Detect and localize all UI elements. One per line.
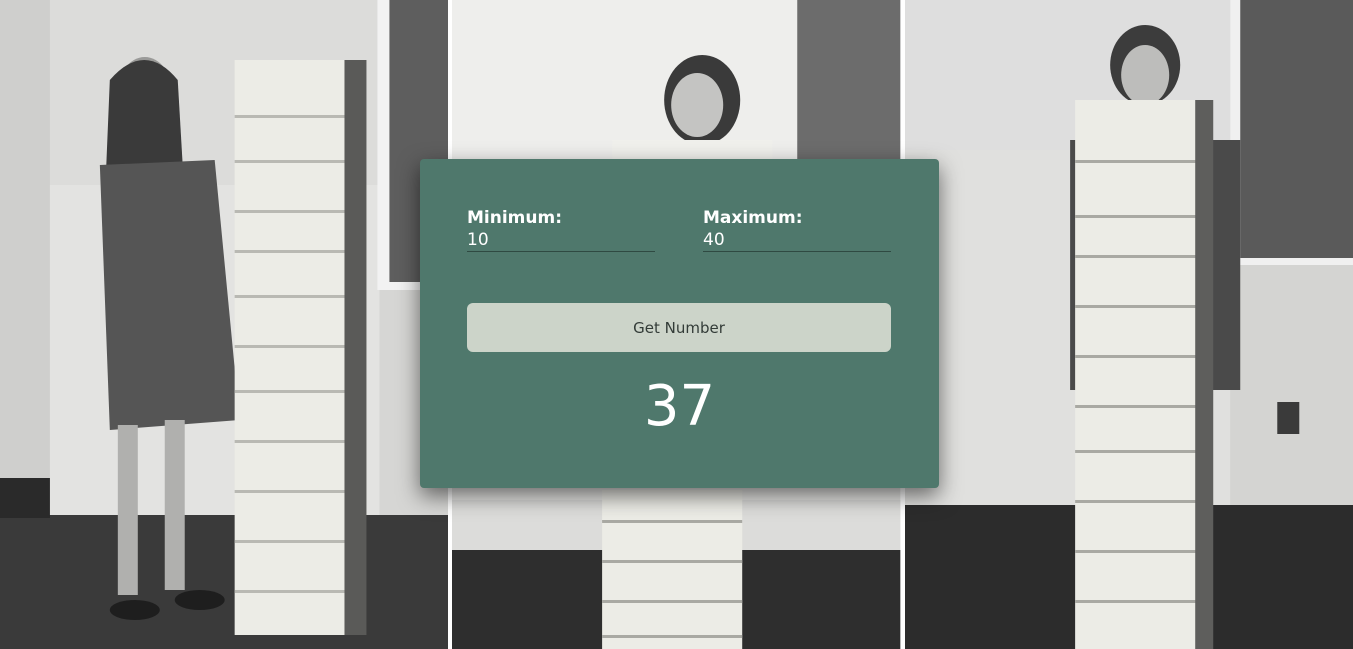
get-number-button[interactable]: Get Number [467, 303, 891, 352]
minimum-field: Minimum: [467, 207, 655, 252]
maximum-input[interactable] [703, 229, 891, 252]
background-photo-right [904, 0, 1353, 649]
random-number-card: Minimum: Maximum: Get Number 37 [420, 159, 939, 488]
maximum-field: Maximum: [703, 207, 891, 252]
result-number: 37 [643, 374, 716, 439]
maximum-label: Maximum: [703, 208, 803, 228]
minimum-input[interactable] [467, 229, 655, 252]
minimum-label: Minimum: [467, 208, 563, 228]
background-photo-left [0, 0, 449, 649]
